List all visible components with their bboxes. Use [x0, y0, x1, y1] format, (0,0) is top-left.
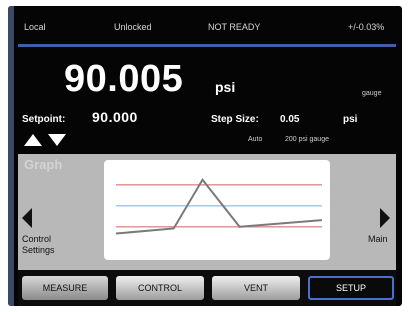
range-auto-label: Auto — [248, 136, 263, 143]
status-divider — [18, 44, 396, 47]
setup-button[interactable]: SETUP — [308, 276, 394, 300]
step-size-label: Step Size: — [211, 114, 259, 125]
control-settings-nav-label[interactable]: Control Settings — [22, 234, 82, 256]
status-ready: NOT READY — [208, 22, 261, 32]
step-up-icon[interactable] — [24, 134, 42, 146]
main-nav-label[interactable]: Main — [368, 234, 388, 244]
control-button[interactable]: CONTROL — [116, 276, 204, 300]
graph-title: Graph — [24, 157, 63, 172]
measure-button[interactable]: MEASURE — [22, 276, 108, 300]
range-value[interactable]: 200 psi gauge — [285, 136, 329, 143]
graph-panel: Graph Control Settings Main — [18, 154, 396, 270]
graph-area — [104, 160, 330, 260]
nav-left-arrow-icon[interactable] — [22, 208, 32, 228]
status-mode: Local — [24, 22, 46, 32]
bottom-button-bar: MEASURE CONTROL VENT SETUP — [18, 270, 396, 306]
pressure-trend-chart — [115, 177, 323, 235]
pressure-mode: gauge — [362, 90, 382, 97]
nav-right-arrow-icon[interactable] — [380, 208, 390, 228]
device-screen: Local Unlocked NOT READY +/-0.03% 90.005… — [8, 6, 402, 306]
status-accuracy: +/-0.03% — [348, 22, 385, 32]
status-lock: Unlocked — [114, 22, 152, 32]
pressure-unit: psi — [215, 79, 236, 95]
setpoint-label: Setpoint: — [22, 114, 66, 125]
step-size-unit: psi — [343, 114, 358, 125]
vent-button[interactable]: VENT — [212, 276, 300, 300]
setpoint-value[interactable]: 90.000 — [92, 109, 138, 125]
step-size-value[interactable]: 0.05 — [280, 114, 299, 125]
status-bar: Local Unlocked NOT READY +/-0.03% — [18, 20, 396, 36]
pressure-reading: 90.005 — [64, 58, 184, 100]
step-down-icon[interactable] — [48, 134, 66, 146]
pressure-trend-line — [115, 177, 323, 235]
screen-frame-edge — [8, 6, 14, 306]
